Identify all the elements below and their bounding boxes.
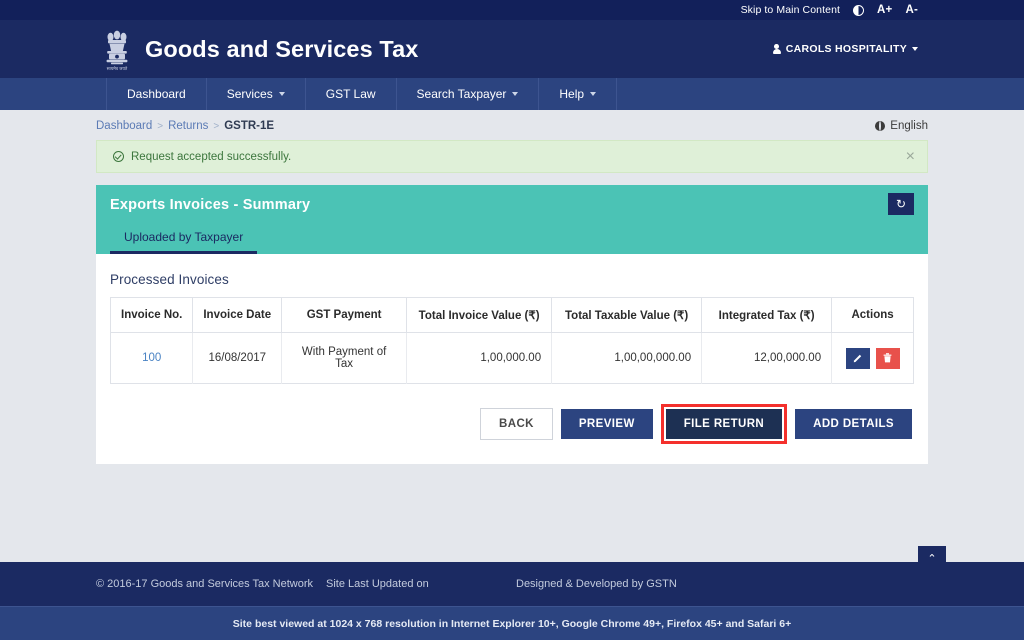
cell-invoice-date: 16/08/2017: [193, 333, 282, 384]
exports-invoices-panel: Exports Invoices - Summary ↻ Uploaded by…: [96, 185, 928, 464]
table-row: 100 16/08/2017 With Payment of Tax 1,00,…: [111, 333, 914, 384]
nav-label: Dashboard: [127, 87, 186, 101]
svg-text:सत्यमेव जयते: सत्यमेव जयते: [107, 66, 128, 71]
cell-invoice-no: 100: [111, 333, 193, 384]
browser-support-bar: Site best viewed at 1024 x 768 resolutio…: [0, 606, 1024, 640]
column-header-invoice-no: Invoice No.: [111, 298, 193, 333]
tab-label: Uploaded by Taxpayer: [124, 230, 243, 244]
delete-invoice-button[interactable]: [876, 348, 900, 369]
refresh-icon: ↻: [896, 198, 906, 210]
main-navigation: Dashboard Services GST Law Search Taxpay…: [0, 78, 1024, 110]
main-content: Dashboard > Returns > GSTR-1E English Re…: [0, 110, 1024, 562]
user-menu[interactable]: CAROLS HOSPITALITY: [773, 43, 918, 55]
cell-actions: [832, 333, 914, 384]
breadcrumb: Dashboard > Returns > GSTR-1E: [96, 120, 274, 132]
nav-item-services[interactable]: Services: [207, 78, 306, 110]
user-name-label: CAROLS HOSPITALITY: [786, 43, 907, 55]
india-emblem-icon: सत्यमेव जयते: [100, 26, 134, 72]
chevron-down-icon: [590, 92, 596, 96]
page-title: Goods and Services Tax: [145, 36, 418, 63]
chevron-down-icon: [279, 92, 285, 96]
panel-title: Exports Invoices - Summary: [110, 197, 914, 213]
nav-item-help[interactable]: Help: [539, 78, 617, 110]
cell-gst-payment: With Payment of Tax: [282, 333, 407, 384]
column-header-total-invoice-value: Total Invoice Value (₹): [407, 298, 552, 333]
add-details-button[interactable]: ADD DETAILS: [795, 409, 912, 439]
language-selector[interactable]: English: [875, 120, 928, 132]
footer: © 2016-17 Goods and Services Tax Network…: [0, 562, 1024, 606]
language-label: English: [890, 120, 928, 132]
cell-total-invoice-value: 1,00,000.00: [407, 333, 552, 384]
file-return-highlight: FILE RETURN: [661, 404, 787, 444]
panel-header: Exports Invoices - Summary ↻ Uploaded by…: [96, 185, 928, 254]
font-increase-button[interactable]: A+: [877, 4, 892, 16]
nav-label: Search Taxpayer: [417, 87, 507, 101]
success-alert: Request accepted successfully. ×: [96, 140, 928, 173]
nav-item-search-taxpayer[interactable]: Search Taxpayer: [397, 78, 540, 110]
close-icon[interactable]: ×: [906, 149, 915, 165]
nav-label: GST Law: [326, 87, 376, 101]
nav-item-dashboard[interactable]: Dashboard: [106, 78, 207, 110]
processed-invoices-table: Invoice No. Invoice Date GST Payment Tot…: [110, 297, 914, 384]
utility-bar: Skip to Main Content A+ A-: [0, 0, 1024, 20]
nav-label: Help: [559, 87, 584, 101]
panel-body: Processed Invoices Invoice No. Invoice D…: [96, 254, 928, 464]
alert-message: Request accepted successfully.: [131, 151, 291, 163]
breadcrumb-row: Dashboard > Returns > GSTR-1E English: [96, 110, 928, 134]
nav-label: Services: [227, 87, 273, 101]
cell-integrated-tax: 12,00,000.00: [702, 333, 832, 384]
footer-copyright: © 2016-17 Goods and Services Tax Network: [96, 578, 326, 590]
footer-developed-by: Designed & Developed by GSTN: [516, 578, 677, 590]
breadcrumb-separator: >: [213, 121, 219, 132]
preview-button[interactable]: PREVIEW: [561, 409, 653, 439]
chevron-down-icon: [512, 92, 518, 96]
skip-to-main-content-link[interactable]: Skip to Main Content: [741, 4, 840, 16]
pencil-icon: [853, 353, 863, 363]
refresh-button[interactable]: ↻: [888, 193, 914, 215]
font-decrease-button[interactable]: A-: [905, 4, 918, 16]
chevron-down-icon: [912, 47, 918, 51]
invoice-number-link[interactable]: 100: [142, 352, 161, 364]
globe-icon: [875, 121, 885, 131]
column-header-total-taxable-value: Total Taxable Value (₹): [552, 298, 702, 333]
panel-tabs: Uploaded by Taxpayer: [110, 226, 914, 254]
back-button[interactable]: BACK: [480, 408, 553, 440]
best-viewed-text: Site best viewed at 1024 x 768 resolutio…: [233, 618, 791, 630]
column-header-invoice-date: Invoice Date: [193, 298, 282, 333]
row-action-group: [842, 348, 903, 369]
breadcrumb-item-dashboard[interactable]: Dashboard: [96, 120, 152, 132]
footer-last-updated: Site Last Updated on: [326, 578, 516, 590]
contrast-icon[interactable]: [853, 5, 864, 16]
scroll-to-top-button[interactable]: ⌃: [918, 546, 946, 570]
gst-portal-page: Skip to Main Content A+ A- सत्यमेव जयते …: [0, 0, 1024, 640]
chevron-up-icon: ⌃: [927, 552, 936, 565]
breadcrumb-separator: >: [157, 121, 163, 132]
column-header-actions: Actions: [832, 298, 914, 333]
cell-total-taxable-value: 1,00,00,000.00: [552, 333, 702, 384]
table-header-row: Invoice No. Invoice Date GST Payment Tot…: [111, 298, 914, 333]
trash-icon: [883, 353, 892, 363]
file-return-button[interactable]: FILE RETURN: [666, 409, 782, 439]
edit-invoice-button[interactable]: [846, 348, 870, 369]
nav-item-gst-law[interactable]: GST Law: [306, 78, 397, 110]
tab-uploaded-by-taxpayer[interactable]: Uploaded by Taxpayer: [110, 226, 257, 254]
masthead: सत्यमेव जयते Goods and Services Tax CARO…: [0, 20, 1024, 78]
form-action-buttons: BACK PREVIEW FILE RETURN ADD DETAILS: [110, 404, 914, 444]
section-title-processed-invoices: Processed Invoices: [110, 272, 914, 287]
column-header-integrated-tax: Integrated Tax (₹): [702, 298, 832, 333]
column-header-gst-payment: GST Payment: [282, 298, 407, 333]
breadcrumb-current: GSTR-1E: [224, 120, 274, 132]
breadcrumb-item-returns[interactable]: Returns: [168, 120, 208, 132]
user-icon: [773, 44, 781, 54]
check-circle-icon: [113, 151, 124, 162]
